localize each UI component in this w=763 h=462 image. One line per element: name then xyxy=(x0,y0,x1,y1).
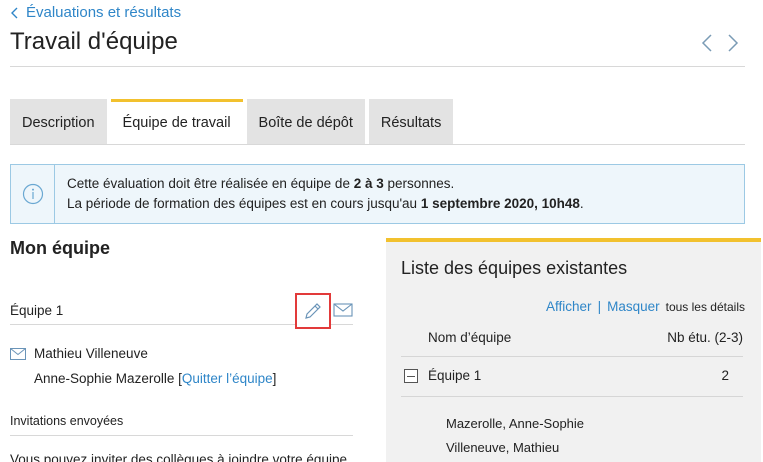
bracket: ] xyxy=(272,371,277,386)
tab-label: Boîte de dépôt xyxy=(258,115,353,131)
details-toggle: Afficher | Masquer tous les détails xyxy=(546,299,745,314)
chevron-left-icon xyxy=(11,7,18,18)
breadcrumb-label[interactable]: Évaluations et résultats xyxy=(26,4,181,21)
page-title: Travail d'équipe xyxy=(10,28,178,55)
previous-arrow-icon[interactable] xyxy=(701,33,713,53)
tab-resultats[interactable]: Résultats xyxy=(368,99,454,144)
member-name: Mathieu Villeneuve xyxy=(34,346,148,361)
info-text-segment: . xyxy=(579,196,584,211)
header-divider xyxy=(401,356,743,357)
team-list-row: Équipe 1 2 xyxy=(404,368,729,383)
column-header-student-count: Nb étu. (2-3) xyxy=(667,330,743,345)
team-member-entry: Mazerolle, Anne-Sophie xyxy=(446,416,585,431)
team-member-entry: Villeneuve, Mathieu xyxy=(446,440,560,455)
title-divider xyxy=(10,66,745,67)
team-size-range: 2 à 3 xyxy=(353,176,384,191)
page-navigation xyxy=(701,33,739,53)
info-text-segment: La période de formation des équipes est … xyxy=(67,196,421,211)
panel-title: Liste des équipes existantes xyxy=(401,258,628,278)
mail-icon[interactable] xyxy=(10,347,26,360)
tab-bar: Description Équipe de travail Boîte de d… xyxy=(10,99,454,144)
edit-team-button[interactable] xyxy=(295,293,331,329)
tab-description[interactable]: Description xyxy=(10,99,107,144)
info-text-segment: personnes. xyxy=(383,176,455,191)
invitations-heading: Invitations envoyées xyxy=(10,414,353,436)
pencil-icon xyxy=(305,303,321,319)
info-text: Cette évaluation doit être réalisée en é… xyxy=(55,174,584,214)
tab-equipe-de-travail[interactable]: Équipe de travail xyxy=(110,99,243,144)
deadline-date: 1 septembre 2020, 10h48 xyxy=(420,196,580,211)
team-name: Équipe 1 xyxy=(428,368,482,383)
breadcrumb[interactable]: Évaluations et résultats xyxy=(10,4,181,21)
info-line-1: Cette évaluation doit être réalisée en é… xyxy=(67,174,584,194)
invitations-label: Invitations envoyées xyxy=(10,414,124,428)
tab-label: Description xyxy=(22,115,95,131)
member-name: Anne-Sophie Mazerolle xyxy=(34,371,175,386)
collapse-icon[interactable] xyxy=(404,368,418,383)
tab-label: Résultats xyxy=(380,115,442,131)
separator: | xyxy=(597,299,602,314)
column-header-team-name: Nom d’équipe xyxy=(428,330,512,345)
info-text-segment: Cette évaluation doit être réalisée en é… xyxy=(67,176,354,191)
row-divider xyxy=(401,396,743,397)
my-team-name: Équipe 1 xyxy=(10,303,64,318)
info-line-2: La période de formation des équipes est … xyxy=(67,194,584,214)
leave-team-link[interactable]: Quitter l’équipe xyxy=(182,371,273,386)
details-label: tous les détails xyxy=(665,299,745,314)
hide-all-link[interactable]: Masquer xyxy=(607,299,660,314)
tab-label: Équipe de travail xyxy=(122,115,231,131)
show-all-link[interactable]: Afficher xyxy=(546,299,592,314)
bracket: [ xyxy=(174,371,182,386)
team-member: Anne-Sophie Mazerolle [Quitter l’équipe] xyxy=(34,371,276,386)
next-arrow-icon[interactable] xyxy=(727,33,739,53)
mail-icon[interactable] xyxy=(333,302,353,318)
existing-teams-panel: Liste des équipes existantes Afficher | … xyxy=(386,238,761,462)
info-icon-container xyxy=(11,165,55,223)
tab-boite-de-depot[interactable]: Boîte de dépôt xyxy=(246,99,365,144)
tabs-divider xyxy=(10,144,745,145)
info-notice: Cette évaluation doit être réalisée en é… xyxy=(10,164,745,224)
info-icon xyxy=(22,183,43,205)
team-member-count: 2 xyxy=(721,368,729,383)
team-member: Mathieu Villeneuve xyxy=(10,346,148,361)
my-team-title: Mon équipe xyxy=(10,238,110,258)
invite-instructions: Vous pouvez inviter des collègues à join… xyxy=(10,452,351,462)
